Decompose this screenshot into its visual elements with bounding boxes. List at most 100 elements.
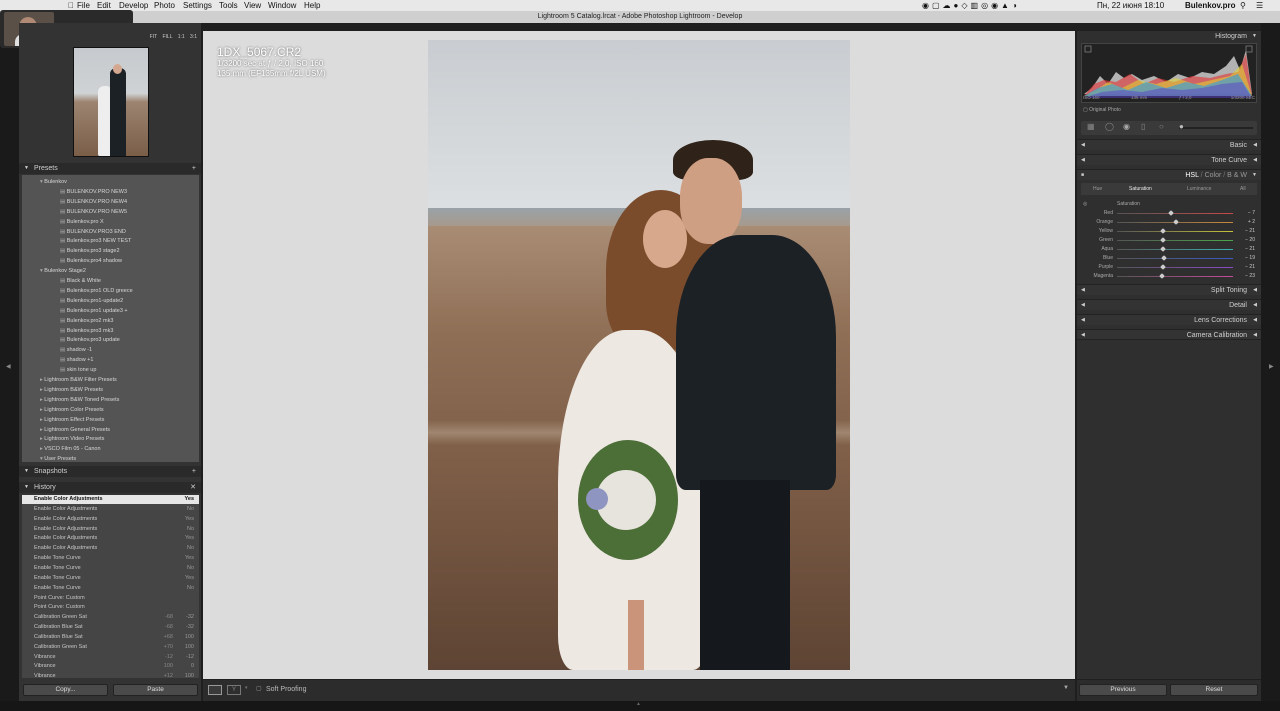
slider-knob[interactable]: [1159, 246, 1166, 252]
left-panel-toggle-icon[interactable]: ◀: [6, 363, 11, 370]
previous-button[interactable]: Previous: [1079, 684, 1167, 696]
menubar-clock[interactable]: Пн, 22 июня 18:10: [1097, 0, 1164, 11]
history-item[interactable]: Enable Color Adjustments Yes: [22, 534, 199, 543]
menu-tools[interactable]: Tools: [219, 0, 238, 11]
hsl-slider-yellow[interactable]: Yellow − 21: [1077, 227, 1261, 236]
basic-collapse-icon[interactable]: ◀: [1253, 140, 1257, 151]
menu-photo[interactable]: Photo: [154, 0, 175, 11]
history-item[interactable]: Calibration Green Sat -68 -32: [22, 613, 199, 622]
history-item[interactable]: Enable Color Adjustments No: [22, 544, 199, 553]
hsl-collapse-icon[interactable]: ▼: [1252, 170, 1257, 181]
subtab-saturation[interactable]: Saturation: [1129, 183, 1152, 195]
hsl-slider-magenta[interactable]: Magenta − 23: [1077, 272, 1261, 281]
history-item[interactable]: Vibrance 100 0: [22, 662, 199, 671]
preset-item[interactable]: ▤ BULENKOV.PRO NEW5: [60, 208, 127, 217]
main-photo[interactable]: [428, 40, 850, 670]
preset-item[interactable]: ▤ BULENKOV.PRO NEW3: [60, 188, 127, 197]
slider-value[interactable]: − 19: [1245, 254, 1255, 263]
hsl-slider-aqua[interactable]: Aqua − 21: [1077, 245, 1261, 254]
slider-value[interactable]: − 21: [1245, 227, 1255, 236]
tone-curve-toggle-icon[interactable]: ◀: [1081, 155, 1085, 166]
red-eye-icon[interactable]: ◉: [1123, 122, 1130, 131]
slider-knob[interactable]: [1159, 228, 1166, 234]
preset-item[interactable]: ▸ Lightroom Video Presets: [40, 435, 104, 444]
collapse-presets-icon[interactable]: ▼: [24, 163, 29, 174]
slider-track[interactable]: [1117, 267, 1233, 268]
status-icons[interactable]: ◉▢☁●◇▥◎◉▲◑: [922, 0, 1020, 11]
preset-item[interactable]: ▤ Bulenkov.pro1 update3 +: [60, 307, 128, 316]
history-item[interactable]: Enable Color Adjustments Yes: [22, 515, 199, 524]
preset-item[interactable]: ▤ shadow +1: [60, 356, 94, 365]
history-item[interactable]: Calibration Green Sat +70 100: [22, 643, 199, 652]
basic-header[interactable]: ◀ Basic ◀: [1077, 139, 1261, 150]
preset-item[interactable]: ▤ skin tone up: [60, 366, 96, 375]
slider-track[interactable]: [1117, 258, 1233, 259]
zoom-3-1[interactable]: 3:1: [190, 34, 197, 40]
history-item[interactable]: Enable Color Adjustments No: [22, 505, 199, 514]
preset-item[interactable]: ▤ Bulenkov.pro3 mk3: [60, 327, 113, 336]
reset-button[interactable]: Reset: [1170, 684, 1258, 696]
preset-item[interactable]: ▤ Bulenkov.pro4 shadow: [60, 257, 122, 266]
detail-collapse-icon[interactable]: ◀: [1253, 300, 1257, 311]
hsl-slider-green[interactable]: Green − 20: [1077, 236, 1261, 245]
preset-item[interactable]: ▾ User Presets: [40, 455, 76, 464]
add-snapshot-icon[interactable]: +: [192, 466, 196, 477]
collapse-history-icon[interactable]: ▼: [24, 482, 29, 493]
filmstrip-toggle-icon[interactable]: ▲: [636, 701, 641, 707]
histogram-header[interactable]: Histogram ▼: [1077, 31, 1261, 42]
tone-curve-header[interactable]: ◀ Tone Curve ◀: [1077, 154, 1261, 165]
slider-track[interactable]: [1117, 249, 1233, 250]
slider-track[interactable]: [1117, 231, 1233, 232]
brush-slider-knob[interactable]: ●: [1179, 122, 1184, 131]
preset-item[interactable]: ▤ shadow -1: [60, 346, 92, 355]
loupe-view-icon[interactable]: [208, 685, 222, 695]
spotlight-icon[interactable]: ⚲: [1240, 0, 1246, 11]
slider-value[interactable]: − 23: [1245, 272, 1255, 281]
history-item[interactable]: Enable Color Adjustments Yes: [22, 495, 199, 504]
hsl-header[interactable]: ■ HSL / Color / B & W ▼: [1077, 169, 1261, 180]
slider-knob[interactable]: [1159, 264, 1166, 270]
hsl-slider-blue[interactable]: Blue − 19: [1077, 254, 1261, 263]
slider-value[interactable]: + 2: [1248, 218, 1255, 227]
slider-knob[interactable]: [1161, 255, 1167, 261]
soft-proofing-checkbox[interactable]: ▢: [256, 685, 262, 692]
crop-tool-icon[interactable]: ▦: [1087, 122, 1095, 131]
detail-toggle-icon[interactable]: ◀: [1081, 300, 1085, 311]
hsl-slider-orange[interactable]: Orange + 2: [1077, 218, 1261, 227]
history-item[interactable]: Enable Tone Curve No: [22, 584, 199, 593]
histogram-graph[interactable]: [1081, 43, 1257, 103]
hsl-tab-hsl[interactable]: HSL: [1185, 172, 1198, 179]
preset-item[interactable]: ▤ BULENKOV.PRO NEW4: [60, 198, 127, 207]
history-item[interactable]: Calibration Blue Sat -68 -32: [22, 623, 199, 632]
lens-corrections-header[interactable]: ◀ Lens Corrections ◀: [1077, 314, 1261, 325]
hsl-toggle-icon[interactable]: ■: [1081, 170, 1084, 181]
slider-value[interactable]: − 21: [1245, 245, 1255, 254]
preset-item[interactable]: ▸ Lightroom General Presets: [40, 426, 110, 435]
collapse-histogram-icon[interactable]: ▼: [1252, 31, 1257, 42]
history-item[interactable]: Enable Tone Curve Yes: [22, 574, 199, 583]
lens-corrections-collapse-icon[interactable]: ◀: [1253, 315, 1257, 326]
preset-item[interactable]: ▤ Bulenkov.pro1-update2: [60, 297, 123, 306]
presets-header[interactable]: ▼ Presets +: [19, 163, 201, 174]
add-preset-icon[interactable]: +: [192, 163, 196, 174]
preset-item[interactable]: ▤ Bulenkov.pro2 mk3: [60, 317, 113, 326]
slider-value[interactable]: − 20: [1245, 236, 1255, 245]
hsl-tab-color[interactable]: Color: [1205, 172, 1222, 179]
history-item[interactable]: Enable Tone Curve No: [22, 564, 199, 573]
preset-item[interactable]: ▤ Bulenkov.pro3 stage2: [60, 247, 120, 256]
split-toning-header[interactable]: ◀ Split Toning ◀: [1077, 284, 1261, 295]
preset-item[interactable]: ▤ Bulenkov.pro X: [60, 218, 104, 227]
slider-value[interactable]: − 21: [1245, 263, 1255, 272]
preset-item[interactable]: ▤ Bulenkov.pro3 update: [60, 336, 120, 345]
tone-curve-collapse-icon[interactable]: ◀: [1253, 155, 1257, 166]
graduated-filter-icon[interactable]: ▯: [1141, 122, 1145, 131]
snapshots-header[interactable]: ▼ Snapshots +: [19, 466, 201, 477]
camera-calibration-collapse-icon[interactable]: ◀: [1253, 330, 1257, 341]
menu-view[interactable]: View: [244, 0, 261, 11]
before-after-dropdown-icon[interactable]: ▾: [245, 685, 248, 691]
paste-settings-button[interactable]: Paste: [113, 684, 198, 696]
slider-track[interactable]: [1117, 276, 1233, 277]
preset-item[interactable]: ▤ Bulenkov.pro3 NEW TEST: [60, 237, 131, 246]
hsl-tab-bw[interactable]: B & W: [1227, 172, 1247, 179]
slider-knob[interactable]: [1160, 237, 1167, 243]
